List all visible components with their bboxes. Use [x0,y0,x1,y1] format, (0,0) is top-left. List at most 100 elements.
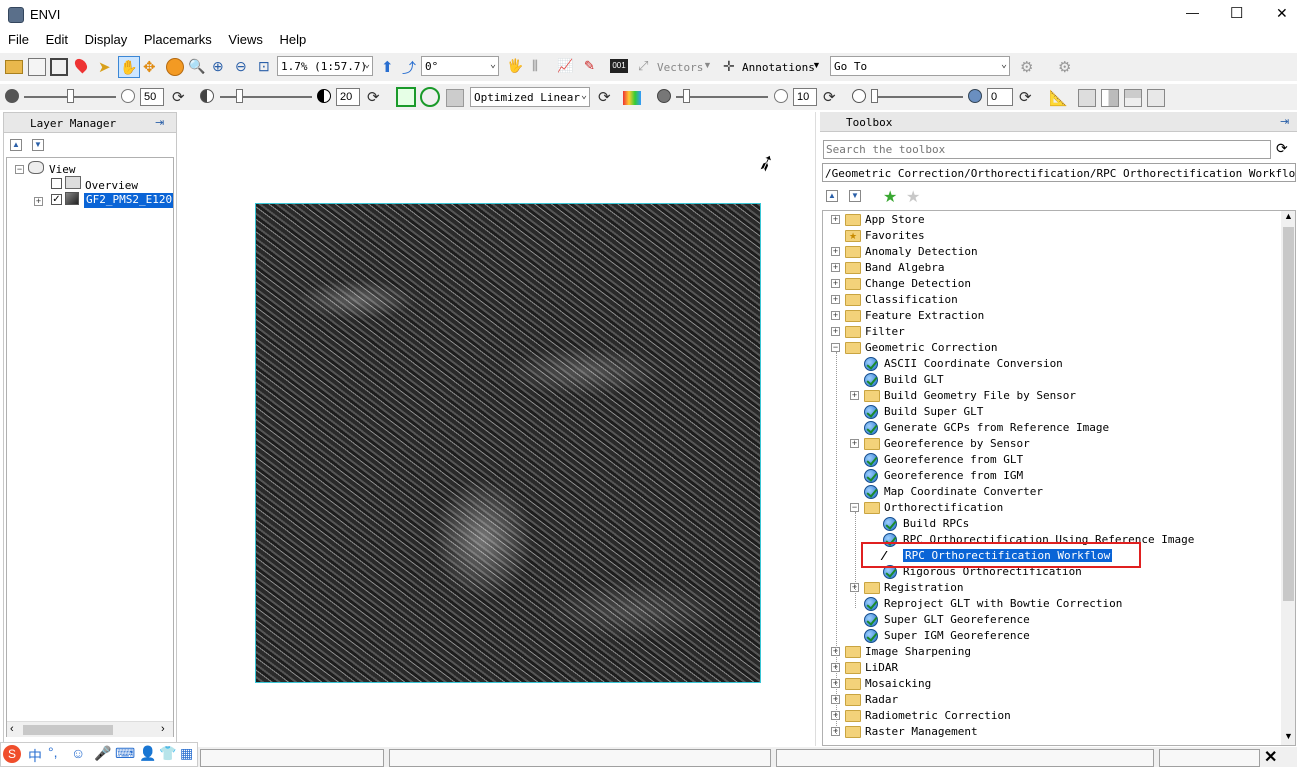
zoom-out-icon[interactable]: ⊖ [235,58,253,76]
toolbox-item[interactable]: + Feature Extraction [823,308,1279,324]
toolbox-item[interactable]: + App Store [823,212,1279,228]
expand-toggle[interactable]: + [831,311,840,320]
expand-toggle[interactable]: + [831,247,840,256]
toolbox-item-label[interactable]: Georeference by Sensor [884,437,1030,450]
vectors-dropdown[interactable]: Vectors [657,61,703,74]
toolbox-item[interactable]: + Classification [823,292,1279,308]
annotations-dropdown[interactable]: Annotations [742,61,815,74]
toolbox-item[interactable]: Build GLT [823,372,1279,388]
view-single-icon[interactable] [1078,89,1096,107]
skin-icon[interactable]: 👕 [159,745,176,762]
toolbox-item-label[interactable]: App Store [865,213,925,226]
remove-favorite-icon[interactable]: ★ [906,187,920,207]
counter-icon[interactable]: 001 [610,59,628,73]
refresh-icon[interactable]: ⟳ [1276,140,1288,157]
toolbox-item[interactable]: Georeference from GLT [823,452,1279,468]
expand-all-icon[interactable]: ▲ [10,139,22,151]
menu-file[interactable]: File [0,30,29,50]
satellite-image[interactable] [255,203,761,683]
view-two-icon[interactable] [1124,89,1142,107]
profile-icon[interactable]: 📈 [557,58,575,76]
toolbox-item-label[interactable]: Super IGM Georeference [884,629,1030,642]
toolbox-item[interactable]: Super IGM Georeference [823,628,1279,644]
crop-icon[interactable] [50,58,68,76]
toolbox-item-label[interactable]: Image Sharpening [865,645,971,658]
pan-hand-icon[interactable]: ✋ [118,56,140,78]
transparency-slider-thumb[interactable] [871,89,878,103]
menu-views[interactable]: Views [215,30,262,50]
keyboard-icon[interactable]: ⌨ [115,745,135,762]
goto-combo[interactable]: Go To ⌄ [830,56,1010,76]
toolbox-item-label[interactable]: Georeference from IGM [884,469,1023,482]
expand-toggle[interactable]: + [831,327,840,336]
scroll-thumb[interactable] [23,725,113,735]
toolbox-item-label[interactable]: Build Super GLT [884,405,983,418]
toolbox-item-label[interactable]: Registration [884,581,963,594]
toolbox-item[interactable]: + Registration [823,580,1279,596]
dock-icon[interactable]: ⇥ [1280,115,1289,128]
toolbox-item[interactable]: + Build Geometry File by Sensor [823,388,1279,404]
toolbox-item-label[interactable]: Mosaicking [865,677,931,690]
dock-icon[interactable]: ⇥ [155,116,164,129]
rotation-combo[interactable]: 0° ⌄ [421,56,499,76]
expand-toggle[interactable]: + [831,279,840,288]
minimize-button[interactable]: — [1186,5,1199,20]
toolbox-item-label[interactable]: Raster Management [865,725,978,738]
placemark-icon[interactable] [72,56,90,74]
scroll-down-icon[interactable]: ▼ [1284,731,1293,741]
stretch-combo[interactable]: Optimized Linear ⌄ [470,87,590,107]
toolbox-item-label[interactable]: Build Geometry File by Sensor [884,389,1076,402]
brightness-input[interactable]: 50 [140,88,164,106]
toolbox-item[interactable]: + LiDAR [823,660,1279,676]
stretch-view-icon[interactable] [420,87,440,107]
toolbox-item[interactable]: Map Coordinate Converter [823,484,1279,500]
scroll-thumb[interactable] [1283,227,1294,601]
layer-checkbox[interactable]: ✓ [51,194,62,205]
stretch-full-icon[interactable] [396,87,416,107]
toolbox-item[interactable]: + Image Sharpening [823,644,1279,660]
toolbox-item-label[interactable]: LiDAR [865,661,898,674]
sharpen-input[interactable]: 10 [793,88,817,106]
toolbox-item-label[interactable]: Super GLT Georeference [884,613,1030,626]
rotate-custom-icon[interactable]: ⤴ [402,58,420,76]
scroll-right-icon[interactable]: › [161,723,165,735]
toolbox-item[interactable]: + Radar [823,692,1279,708]
scroll-up-icon[interactable]: ▲ [1284,211,1293,221]
menu-edit[interactable]: Edit [33,30,68,50]
brightness-slider-thumb[interactable] [67,89,74,103]
reset-icon[interactable]: ⟳ [172,88,190,106]
roi-icon[interactable]: ✎ [584,58,602,76]
fly-icon[interactable]: ✥ [143,58,161,76]
expand-toggle[interactable]: + [831,295,840,304]
toolbox-item-label[interactable]: Favorites [865,229,925,242]
vertical-scrollbar[interactable]: ▲ ▼ [1281,211,1295,745]
select-arrow-icon[interactable]: ➤ [98,58,116,76]
toolbox-item[interactable]: + Anomaly Detection [823,244,1279,260]
toolbox-item[interactable]: Build Super GLT [823,404,1279,420]
toolbox-item[interactable]: + Radiometric Correction [823,708,1279,724]
toolbox-item[interactable]: − Orthorectification [823,500,1279,516]
gear-icon[interactable]: ⚙ [1058,58,1076,76]
measure-icon[interactable]: 📐 [1049,89,1068,107]
toolbox-item[interactable]: + Change Detection [823,276,1279,292]
annotations-icon[interactable]: ✛ [723,58,741,76]
transparency-input[interactable]: 0 [987,88,1013,106]
grid-icon[interactable]: ▦ [180,745,193,762]
view-four-icon[interactable] [1147,89,1165,107]
toolbox-item[interactable]: ★ Favorites [823,228,1279,244]
emoji-icon[interactable]: ☺ [71,745,85,761]
zoom-icon[interactable]: 🔍 [188,58,206,76]
collapse-toggle[interactable]: − [15,165,24,174]
raster-layer-label[interactable]: GF2_PMS2_E120.7 [84,193,173,208]
toolbox-item[interactable]: Super GLT Georeference [823,612,1279,628]
rotate-north-icon[interactable]: ⬆ [381,58,399,76]
toolbox-item-label[interactable]: Map Coordinate Converter [884,485,1043,498]
scroll-left-icon[interactable]: ‹ [10,723,14,735]
gear-icon[interactable]: ⚙ [1020,58,1038,76]
expand-toggle[interactable]: + [34,197,43,206]
toolbox-item-label[interactable]: Band Algebra [865,261,944,274]
reset-icon[interactable]: ⟳ [598,88,616,106]
toolbox-item-label[interactable]: Build RPCs [903,517,969,530]
view-one-icon[interactable] [1101,89,1119,107]
toolbox-item[interactable]: Georeference from IGM [823,468,1279,484]
